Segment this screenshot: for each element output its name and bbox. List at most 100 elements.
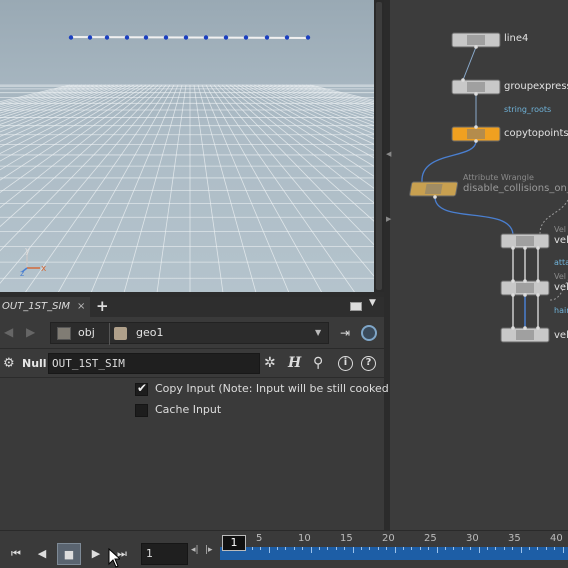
step-forward-icon[interactable]: |▸	[205, 545, 213, 555]
node-icon-area	[424, 184, 443, 194]
timeline-frame-mark	[436, 547, 438, 553]
node-name-field[interactable]: OUT_1ST_SIM	[48, 353, 260, 374]
node-connector	[523, 279, 527, 283]
node-sub-groupexpress: string_roots	[504, 105, 552, 114]
timeline-frame-mark	[545, 547, 547, 550]
breadcrumb-obj[interactable]: obj	[78, 326, 95, 339]
timeline-frame-mark	[478, 547, 480, 553]
breadcrumb-geo[interactable]: geo1	[136, 326, 163, 339]
timeline-frame-mark	[268, 547, 270, 553]
tab-label: OUT_1ST_SIM	[2, 301, 71, 312]
back-arrow-icon[interactable]: ◀	[4, 325, 13, 339]
pane-layout-icon[interactable]	[350, 302, 362, 311]
tab-out-1st-sim[interactable]: OUT_1ST_SIM ×	[0, 297, 90, 317]
play-forward-icon[interactable]: ▶	[84, 543, 108, 565]
grid-line	[205, 84, 322, 292]
node-icon-area	[467, 35, 485, 45]
node-icon-area	[516, 330, 534, 340]
copy-input-checkbox[interactable]: ✔	[135, 381, 148, 396]
grid-line	[269, 84, 374, 123]
grid-line	[156, 84, 187, 292]
node-connector	[536, 293, 540, 297]
help-h-icon[interactable]: H	[288, 355, 301, 371]
node-icon-area	[467, 82, 485, 92]
node-vel2	[500, 280, 550, 296]
frame-field[interactable]: 1	[141, 543, 188, 565]
timeline-frame-mark	[537, 547, 539, 550]
timeline[interactable]: 1 5 10 15 20 25 30 35 40	[220, 531, 568, 568]
current-frame-marker[interactable]: 1	[222, 535, 246, 551]
timeline-frame-mark	[453, 547, 455, 550]
timeline-frame-mark	[419, 547, 421, 550]
play-backward-icon[interactable]: ◀	[30, 543, 54, 565]
node-gear-icon[interactable]: ⚙	[3, 356, 15, 371]
network-editor[interactable]: line4 groupexpress string_roots copytopo…	[390, 0, 568, 530]
network-wires	[409, 32, 568, 343]
viewport-scrollbar[interactable]	[374, 0, 384, 292]
playbar: ⏮ ◀ ■ ▶ ⏭ 1 ◂| |▸ 1 5 10 15 20 25 30 35 40	[0, 530, 568, 568]
grid-line	[0, 84, 91, 112]
curve-point	[68, 35, 74, 40]
timeline-frame-mark	[277, 547, 278, 550]
grid-line	[0, 84, 131, 148]
node-connector	[433, 195, 437, 199]
step-back-icon[interactable]: ◂|	[191, 545, 199, 555]
pane-tab-bar: OUT_1ST_SIM × + ▼	[0, 297, 384, 317]
timeline-tick-label: 10	[298, 533, 311, 544]
info-icon[interactable]: i	[338, 356, 353, 371]
forward-arrow-icon[interactable]: ▶	[26, 325, 35, 339]
grid-line	[0, 84, 143, 171]
scene-viewport[interactable]: yx z	[0, 0, 374, 292]
timeline-frame-mark	[445, 547, 446, 550]
collapse-left-icon[interactable]: ◀	[386, 150, 391, 158]
node-type-vel1: Vel	[554, 225, 566, 234]
parameter-pane: ✔ Copy Input (Note: Input will be still …	[0, 378, 400, 530]
wire	[434, 196, 514, 235]
node-connector	[474, 125, 478, 129]
node-icon-area	[467, 129, 485, 139]
help-icon[interactable]: ?	[361, 356, 376, 371]
pin-icon[interactable]: ⇥	[340, 326, 350, 340]
axis-x-label: x	[41, 264, 47, 274]
timeline-frame-mark	[487, 547, 488, 550]
collapse-right-icon[interactable]: ▶	[386, 215, 391, 223]
node-connector	[511, 279, 515, 283]
curve-point	[203, 35, 209, 40]
search-icon[interactable]: ⚲	[313, 355, 323, 371]
gear-icon[interactable]: ✲	[264, 355, 276, 371]
node-type-label: Null	[22, 357, 47, 370]
node-connector	[461, 78, 465, 82]
cache-input-checkbox[interactable]	[135, 404, 148, 417]
grid-line	[0, 84, 135, 155]
viewport-canvas[interactable]: yx z	[0, 0, 374, 292]
node-label-line4: line4	[504, 33, 529, 44]
curve-point	[163, 35, 169, 40]
link-icon[interactable]	[361, 325, 377, 341]
chevron-down-icon[interactable]: ▼	[369, 298, 376, 308]
curve-point	[104, 35, 110, 40]
timeline-frame-mark	[495, 547, 497, 550]
add-tab-button[interactable]: +	[96, 297, 109, 316]
scrollbar-thumb[interactable]	[376, 2, 382, 290]
timeline-frame-mark	[386, 547, 388, 550]
timeline-range-bar[interactable]	[220, 547, 568, 560]
timeline-frame-mark	[369, 547, 371, 550]
node-icon-area	[516, 283, 534, 293]
stop-icon[interactable]: ■	[57, 543, 81, 565]
timeline-frame-mark	[512, 547, 514, 550]
node-line4	[451, 32, 501, 48]
timeline-frame-mark	[352, 547, 354, 553]
node-connector	[474, 45, 478, 49]
first-frame-icon[interactable]: ⏮	[4, 543, 28, 565]
node-vel3	[500, 327, 550, 343]
grid-line	[277, 84, 374, 117]
copy-input-label: Copy Input (Note: Input will be still co…	[155, 382, 400, 395]
timeline-frame-mark	[394, 547, 396, 553]
close-icon[interactable]: ×	[77, 297, 85, 317]
curve-point	[143, 35, 149, 40]
path-field[interactable]: obj geo1 ▼	[50, 322, 329, 345]
chevron-down-icon[interactable]: ▼	[315, 328, 321, 337]
timeline-frame-mark	[335, 547, 337, 550]
grid-line	[0, 84, 119, 133]
geo-node-icon	[114, 327, 127, 340]
